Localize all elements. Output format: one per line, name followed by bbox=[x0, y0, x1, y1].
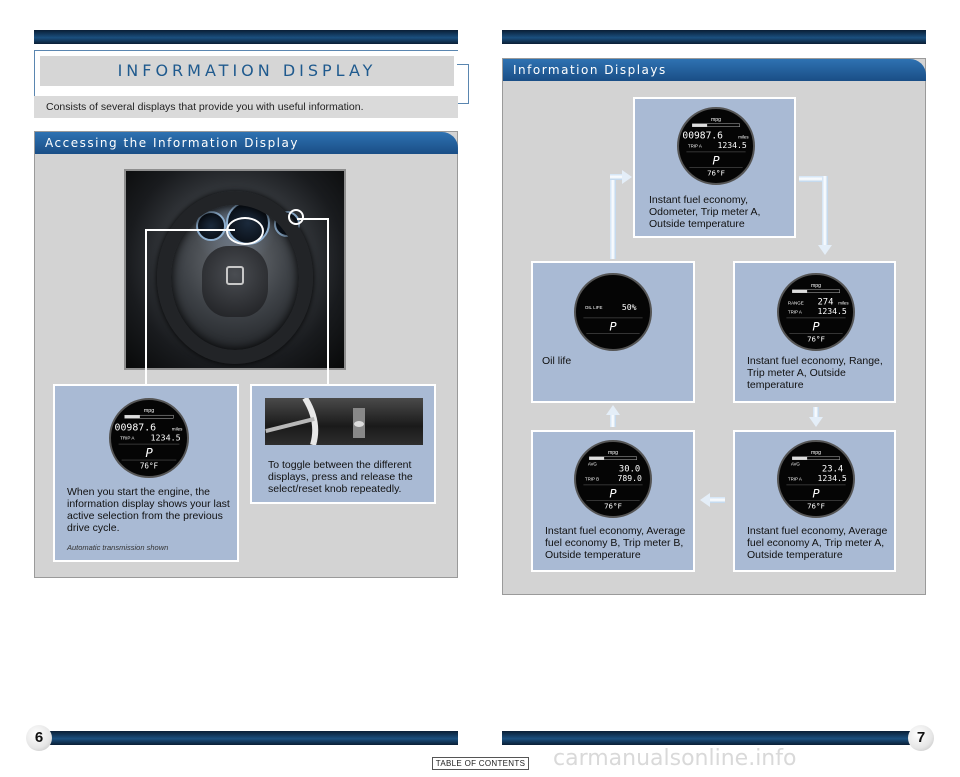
gear-indicator: P bbox=[812, 320, 820, 334]
arrow-top-to-range-shaft bbox=[822, 176, 828, 246]
outside-temp: 76°F bbox=[807, 502, 825, 511]
accessing-panel-heading: Accessing the Information Display bbox=[35, 132, 458, 154]
display-callout-circle bbox=[226, 217, 264, 245]
gear-indicator: P bbox=[812, 487, 820, 501]
mpg-label: mpg bbox=[711, 117, 721, 123]
table-of-contents-button[interactable]: TABLE OF CONTENTS bbox=[432, 757, 529, 770]
callout-line-display-h bbox=[145, 229, 235, 231]
callout-line-knob-v bbox=[327, 218, 329, 384]
knob-callout-circle bbox=[288, 209, 304, 225]
gear-indicator: P bbox=[609, 487, 617, 501]
display-card-odometer: mpg 00987.6 miles TRIP A 1234.5 P 76°F I… bbox=[633, 97, 796, 238]
miles-label: miles bbox=[838, 301, 849, 306]
trip-a-value: 1234.5 bbox=[817, 473, 846, 483]
gear-indicator: P bbox=[609, 320, 617, 334]
engine-start-card: mpg 00987.6 miles TRIP A 1234.5 P 76°F W… bbox=[53, 384, 239, 562]
display-card-average-b: mpg AVG 30.0 TRIP B 789.0 P 76°F Instant… bbox=[531, 430, 695, 572]
outside-temp: 76°F bbox=[140, 461, 159, 470]
mpg-label: mpg bbox=[811, 450, 821, 456]
trip-a-label: TRIP A bbox=[120, 436, 135, 441]
information-displays-heading: Information Displays bbox=[503, 59, 926, 81]
trip-a-value: 1234.5 bbox=[717, 140, 746, 150]
page-number-right: 7 bbox=[908, 725, 934, 751]
info-display-odometer: mpg 00987.6 miles TRIP A 1234.5 P 76°F bbox=[677, 107, 755, 185]
gear-indicator: P bbox=[145, 446, 153, 460]
right-bottom-bar bbox=[502, 731, 920, 745]
outside-temp: 76°F bbox=[604, 502, 622, 511]
information-displays-panel: Information Displays mpg 00987.6 miles T… bbox=[502, 58, 926, 595]
callout-line-display-v bbox=[145, 229, 147, 384]
arrow-right-icon bbox=[622, 170, 632, 184]
miles-label: miles bbox=[738, 135, 749, 140]
brand-logo-icon bbox=[226, 265, 244, 286]
arrow-up-icon bbox=[606, 405, 620, 415]
trip-a-label: TRIP A bbox=[788, 309, 802, 314]
title-bracket bbox=[457, 64, 469, 104]
display-caption: Instant fuel economy, Odometer, Trip met… bbox=[649, 194, 761, 230]
display-caption: Instant fuel economy, Average fuel econo… bbox=[747, 525, 888, 561]
display-caption: Instant fuel economy, Average fuel econo… bbox=[545, 525, 686, 561]
arrow-avga-to-avgb-shaft bbox=[709, 497, 725, 503]
knob-instruction-text: To toggle between the different displays… bbox=[268, 459, 413, 495]
arrow-down-icon bbox=[818, 245, 832, 255]
left-top-bar bbox=[34, 30, 458, 44]
trip-b-value: 789.0 bbox=[617, 473, 642, 483]
trip-a-value: 1234.5 bbox=[817, 306, 846, 316]
trip-a-label: TRIP A bbox=[688, 143, 702, 148]
accessing-panel: Accessing the Information Display mpg 00… bbox=[34, 131, 458, 578]
display-card-range: mpg RANGE 274 miles TRIP A 1234.5 P 76°F… bbox=[733, 261, 896, 403]
arrow-down-icon bbox=[809, 417, 823, 427]
info-display-oil-life: OIL LIFE 50% P bbox=[574, 273, 652, 351]
oil-life-label: OIL LIFE bbox=[585, 305, 603, 310]
transmission-note: Automatic transmission shown bbox=[67, 543, 169, 552]
display-caption: Instant fuel economy, Range, Trip meter … bbox=[747, 355, 883, 391]
miles-label: miles bbox=[172, 426, 183, 431]
select-reset-knob-photo bbox=[265, 398, 423, 445]
info-display-average-a: mpg AVG 23.4 TRIP A 1234.5 P 76°F bbox=[777, 440, 855, 518]
mpg-label: mpg bbox=[144, 408, 154, 414]
page-number-left: 6 bbox=[26, 725, 52, 751]
page-subtitle: Consists of several displays that provid… bbox=[34, 96, 458, 118]
mpg-label: mpg bbox=[608, 450, 618, 456]
range-label: RANGE bbox=[788, 301, 804, 306]
display-card-oil-life: OIL LIFE 50% P Oil life bbox=[531, 261, 695, 403]
arrow-avgb-to-oil-shaft bbox=[610, 413, 616, 427]
steering-wheel-photo bbox=[124, 169, 346, 370]
mpg-label: mpg bbox=[811, 283, 821, 289]
arrow-left-icon bbox=[700, 493, 710, 507]
display-card-average-a: mpg AVG 23.4 TRIP A 1234.5 P 76°F Instan… bbox=[733, 430, 896, 572]
trip-b-label: TRIP B bbox=[585, 476, 599, 481]
right-top-bar bbox=[502, 30, 926, 44]
info-display-default: mpg 00987.6 miles TRIP A 1234.5 P 76°F bbox=[109, 398, 189, 478]
oil-life-value: 50% bbox=[622, 302, 637, 312]
trip-a-value: 1234.5 bbox=[151, 432, 181, 442]
callout-line-knob-h bbox=[297, 218, 329, 220]
site-watermark: carmanualsonline.info bbox=[553, 746, 797, 771]
page-title: INFORMATION DISPLAY bbox=[40, 56, 454, 86]
avg-label: AVG bbox=[791, 462, 801, 467]
info-display-range: mpg RANGE 274 miles TRIP A 1234.5 P 76°F bbox=[777, 273, 855, 351]
gear-indicator: P bbox=[712, 154, 720, 168]
select-knob-card: To toggle between the different displays… bbox=[250, 384, 436, 504]
outside-temp: 76°F bbox=[807, 335, 825, 344]
display-caption: Oil life bbox=[542, 355, 572, 367]
trip-a-label: TRIP A bbox=[788, 476, 802, 481]
info-display-average-b: mpg AVG 30.0 TRIP B 789.0 P 76°F bbox=[574, 440, 652, 518]
avg-label: AVG bbox=[588, 462, 598, 467]
engine-start-text: When you start the engine, the informati… bbox=[67, 486, 230, 534]
arrow-oil-to-top-shaft bbox=[610, 177, 616, 259]
outside-temp: 76°F bbox=[707, 169, 725, 178]
left-bottom-bar bbox=[40, 731, 458, 745]
